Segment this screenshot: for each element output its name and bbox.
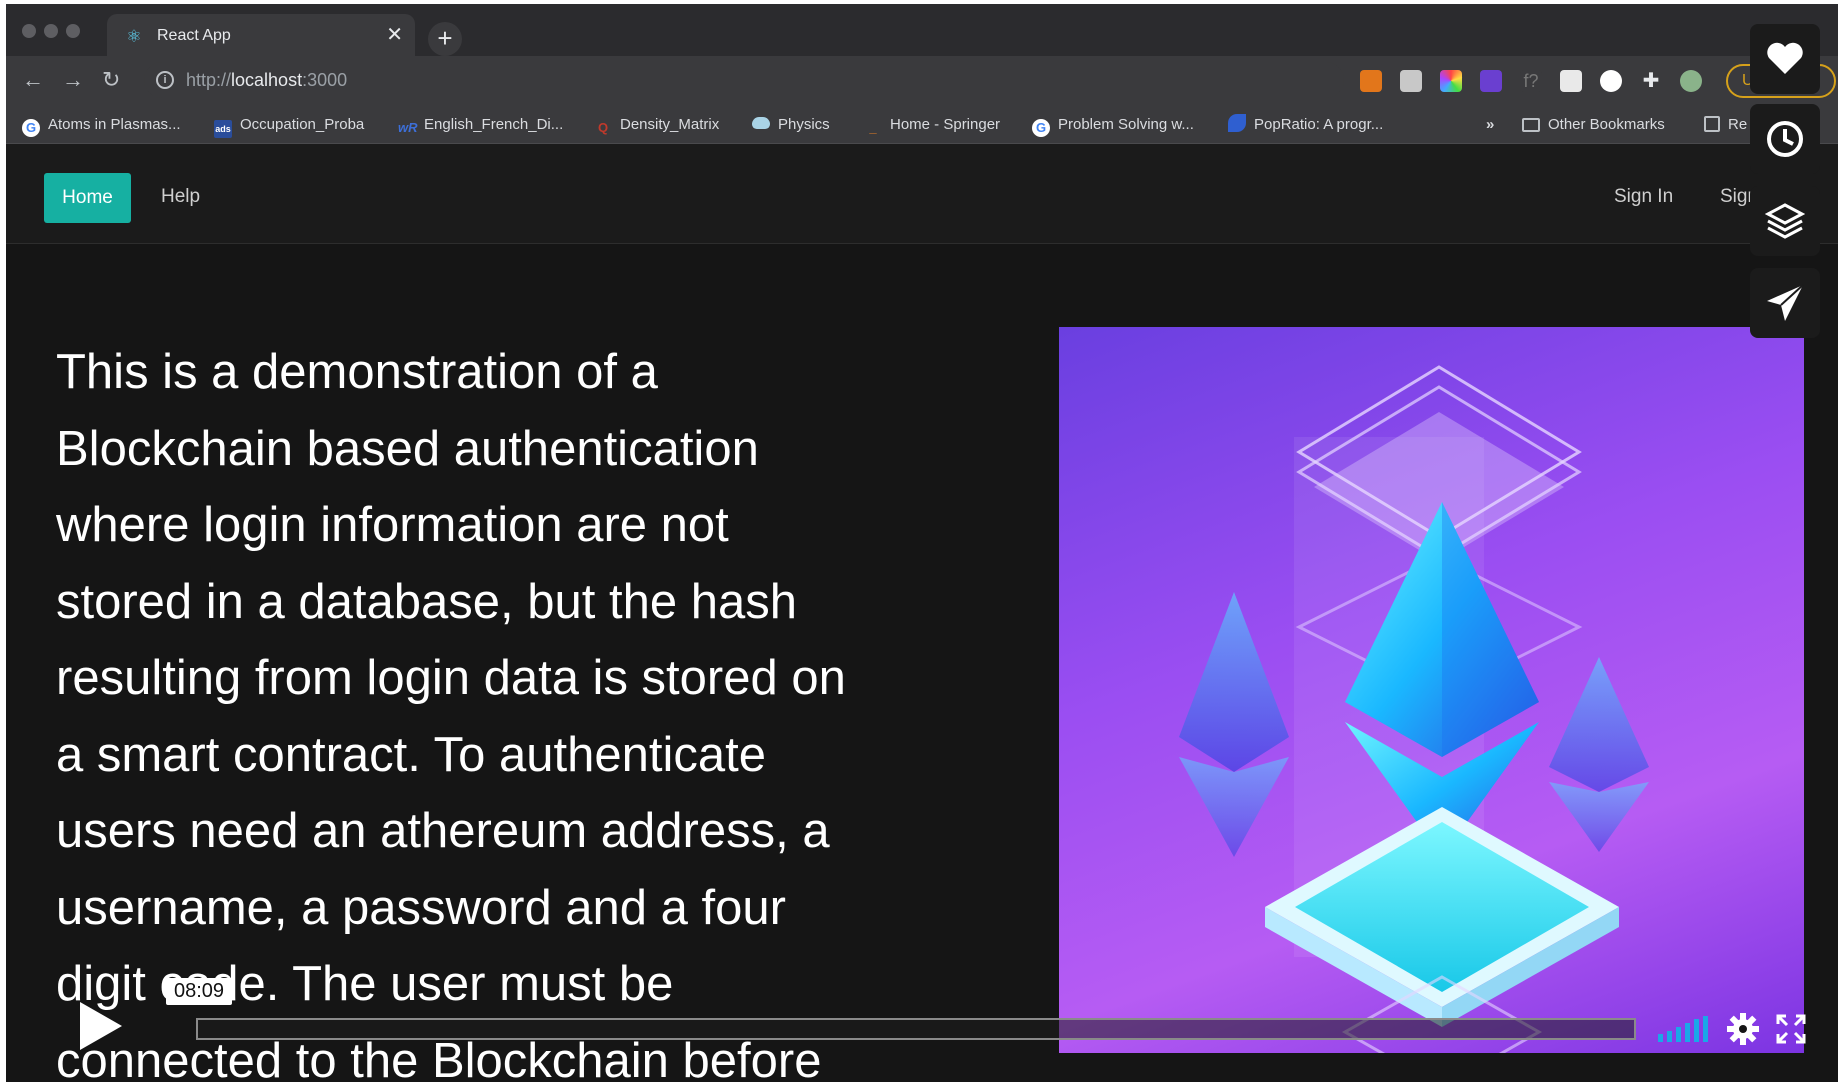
tab-title: React App (157, 27, 231, 44)
tab-strip: ⚛ React App ✕ + (6, 4, 1838, 58)
reading-list[interactable]: Re (1704, 114, 1747, 136)
share-button[interactable] (1750, 268, 1820, 338)
info-icon[interactable]: i (156, 71, 174, 89)
extension-badge-icon[interactable] (1480, 70, 1502, 92)
intro-line: resulting from login data is stored on (56, 651, 846, 705)
ethereum-crystal-illustration (1179, 365, 1649, 1053)
ads-icon: ads (214, 120, 232, 138)
intro-line: where login information are not (56, 498, 729, 552)
react-icon: ⚛ (126, 27, 142, 46)
play-icon[interactable] (76, 1000, 124, 1052)
intro-line: Blockchain based authentication (56, 421, 759, 476)
settings-gear-icon[interactable] (1726, 1012, 1760, 1046)
intro-line: users need an athereum address, a (56, 804, 830, 858)
puzzle-icon[interactable]: ✚ (1640, 70, 1662, 92)
profile-ext-icon[interactable] (1600, 70, 1622, 92)
metamask-icon[interactable] (1360, 70, 1382, 92)
wordreference-icon: wR (398, 120, 418, 135)
home-button[interactable]: Home (44, 173, 131, 223)
intro-text: This is a demonstration of a Blockchain … (56, 334, 936, 1082)
extension-icon[interactable] (1400, 70, 1422, 92)
forward-icon[interactable]: → (62, 68, 84, 92)
fullscreen-icon[interactable] (1776, 1014, 1806, 1044)
timecode-tooltip: 08:09 (166, 978, 233, 1005)
browser-chrome: ⚛ React App ✕ + ← → ↻ i http://localhost… (6, 4, 1838, 144)
new-tab-button[interactable]: + (428, 22, 462, 56)
close-icon[interactable]: ✕ (386, 24, 403, 46)
color-picker-icon[interactable] (1440, 70, 1462, 92)
video-player-controls: 08:09 (6, 978, 1838, 1086)
collections-button[interactable] (1750, 186, 1820, 256)
bookmark-item[interactable]: G Atoms in Plasmas... (22, 114, 181, 137)
calendar-icon[interactable] (1560, 70, 1582, 92)
navbar: Home Help Sign In Sign Up (6, 144, 1838, 244)
bookmark-item[interactable]: Physics (752, 114, 830, 136)
volume-icon[interactable] (1658, 1016, 1708, 1042)
progress-bar[interactable] (196, 1018, 1636, 1040)
bookmark-item[interactable]: _ Home - Springer (864, 114, 1000, 136)
watch-later-button[interactable] (1750, 104, 1820, 174)
window-minimize-dot[interactable] (44, 24, 58, 38)
google-icon: G (22, 119, 40, 137)
send-icon (1767, 284, 1804, 321)
intro-line: stored in a database, but the hash (56, 574, 797, 629)
folder-icon (1522, 118, 1540, 132)
avatar[interactable] (1680, 70, 1702, 92)
sign-in-link[interactable]: Sign In (1614, 186, 1673, 208)
layers-icon (1765, 203, 1805, 239)
formula-icon[interactable]: f? (1520, 70, 1542, 92)
bookmark-item[interactable]: G Problem Solving w... (1032, 114, 1194, 137)
browser-tab[interactable]: ⚛ React App ✕ (107, 14, 415, 58)
bookmark-item[interactable]: Q Density_Matrix (594, 114, 719, 136)
screen: ⚛ React App ✕ + ← → ↻ i http://localhost… (0, 0, 1838, 1092)
url-text[interactable]: http://localhost:3000 (186, 70, 347, 91)
browser-toolbar: ← → ↻ i http://localhost:3000 ☆ f? ✚ Upd… (6, 56, 1838, 106)
google-icon: G (1032, 119, 1050, 137)
intro-line: username, a password and a four (56, 880, 786, 935)
heart-icon (1767, 42, 1803, 74)
reading-list-icon (1704, 116, 1720, 132)
springer-icon: _ (869, 120, 877, 135)
window-zoom-dot[interactable] (66, 24, 80, 38)
bookmark-item[interactable]: PopRatio: A progr... (1228, 114, 1383, 136)
address-bar[interactable]: i http://localhost:3000 ☆ (144, 62, 1464, 98)
bookmarks-bar: G Atoms in Plasmas... ads Occupation_Proba… (6, 106, 1838, 144)
ethereum-hero-image (1059, 327, 1804, 1053)
feather-icon (1228, 114, 1246, 132)
intro-line: This is a demonstration of a (56, 345, 658, 399)
app-page: Home Help Sign In Sign Up This is a demo… (6, 144, 1838, 1082)
cloud-icon (752, 117, 770, 129)
other-bookmarks[interactable]: Other Bookmarks (1522, 114, 1665, 136)
window-close-dot[interactable] (22, 24, 36, 38)
reload-icon[interactable]: ↻ (102, 68, 120, 92)
clock-icon (1767, 121, 1803, 157)
quora-icon: Q (597, 120, 609, 135)
bookmark-item[interactable]: ads Occupation_Proba (214, 114, 364, 138)
back-icon[interactable]: ← (22, 68, 44, 92)
bookmarks-overflow-icon[interactable]: » (1486, 114, 1494, 136)
like-button[interactable] (1750, 24, 1820, 94)
help-link[interactable]: Help (161, 186, 200, 208)
bookmark-item[interactable]: wR English_French_Di... (398, 114, 563, 136)
intro-line: a smart contract. To authenticate (56, 727, 766, 782)
